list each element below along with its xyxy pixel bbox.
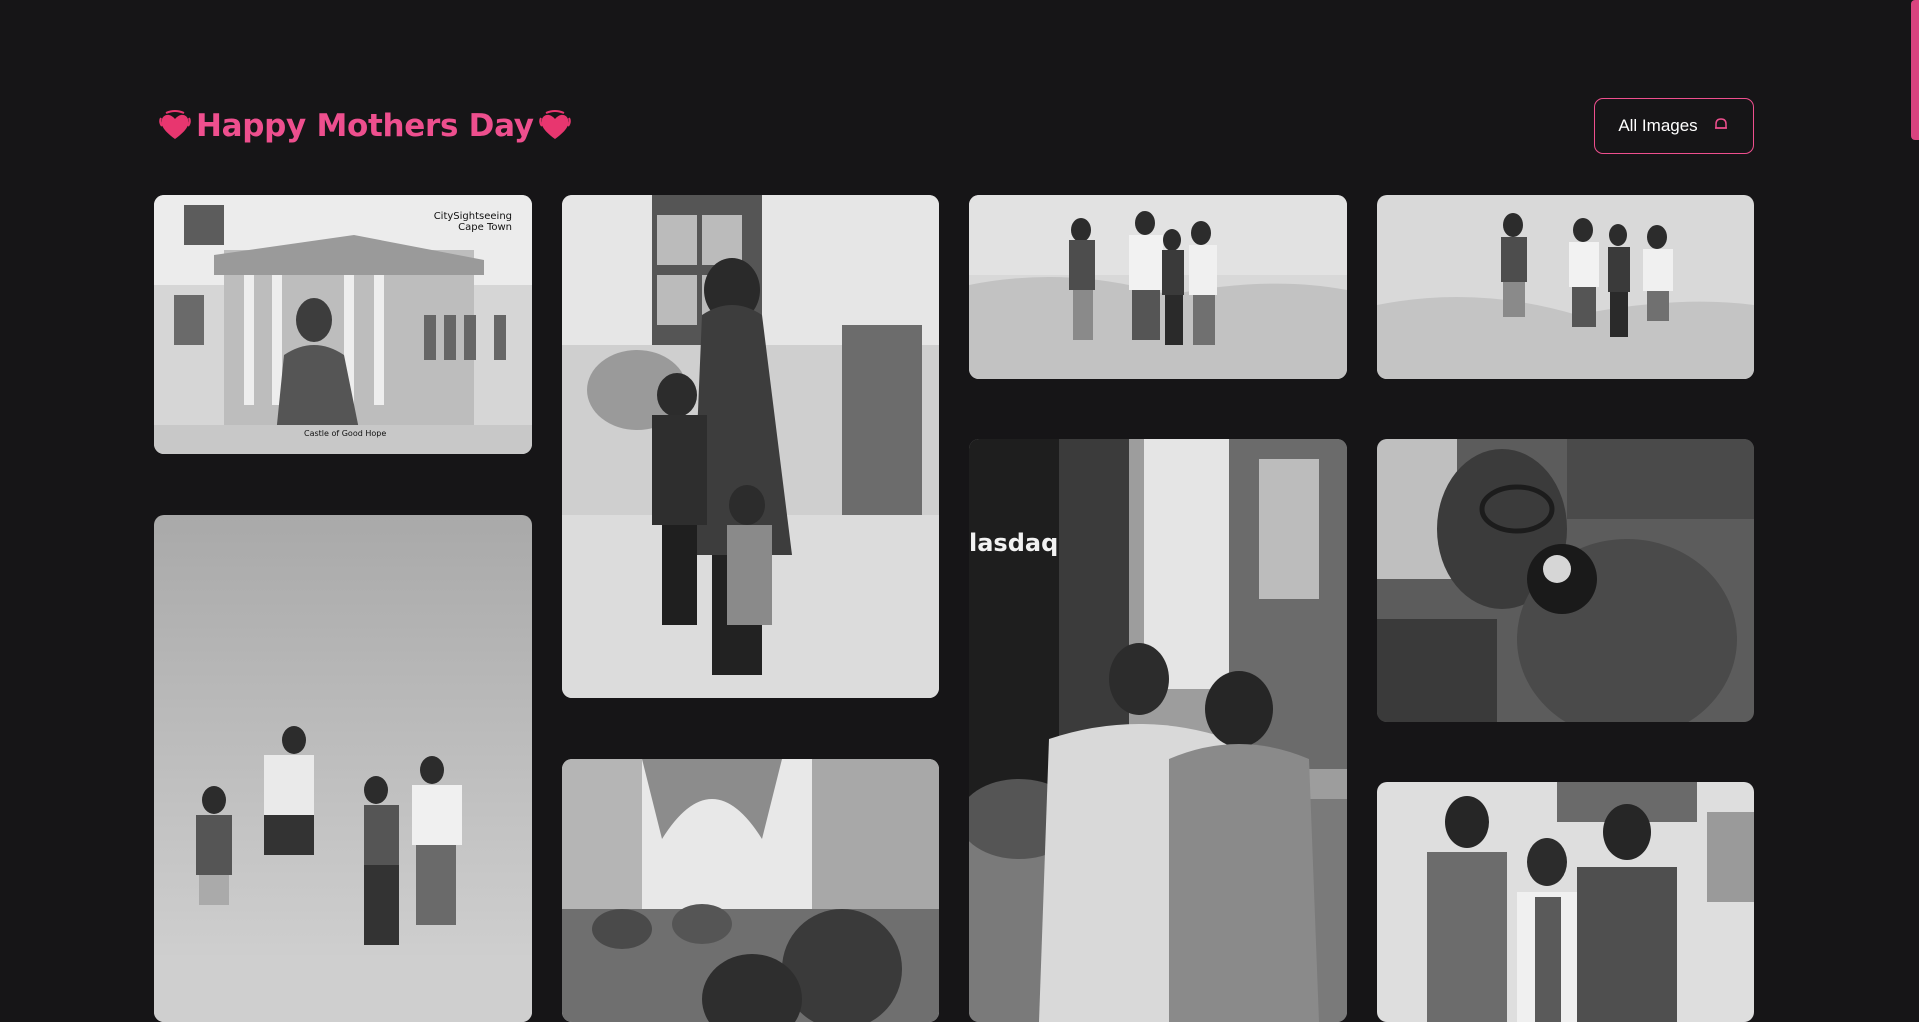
- bell-icon: [1712, 115, 1730, 138]
- heart-icon: [538, 109, 572, 143]
- photo-selfie-car[interactable]: [1377, 439, 1754, 722]
- photo-desert-jump-tall[interactable]: [154, 515, 532, 1022]
- photo-three-indoors[interactable]: [1377, 782, 1754, 1022]
- page-title: Happy Mothers Day: [158, 108, 572, 144]
- all-images-label: All Images: [1618, 116, 1698, 135]
- page-header: Happy Mothers Day: [158, 98, 572, 154]
- photo-desert-group-standing[interactable]: [969, 195, 1347, 379]
- photo-times-square[interactable]: lasdaq: [969, 439, 1347, 1022]
- photo-family-indoors[interactable]: [562, 195, 939, 698]
- billboard-text: lasdaq: [969, 529, 1059, 557]
- all-images-button[interactable]: All Images: [1594, 98, 1754, 154]
- photo-caption: Castle of Good Hope: [304, 429, 387, 438]
- photo-desert-group-jumping[interactable]: [1377, 195, 1754, 379]
- heart-icon: [158, 109, 192, 143]
- photo-castle-of-good-hope[interactable]: CitySightseeing Cape Town Castle of Good…: [154, 195, 532, 454]
- photo-watermark: CitySightseeing Cape Town: [433, 211, 512, 233]
- gallery-page: Happy Mothers Day All Images CitySightse…: [0, 0, 1919, 1022]
- photo-palace-selfie[interactable]: [562, 759, 939, 1022]
- page-title-text: Happy Mothers Day: [196, 108, 534, 144]
- scrollbar-thumb[interactable]: [1911, 0, 1919, 140]
